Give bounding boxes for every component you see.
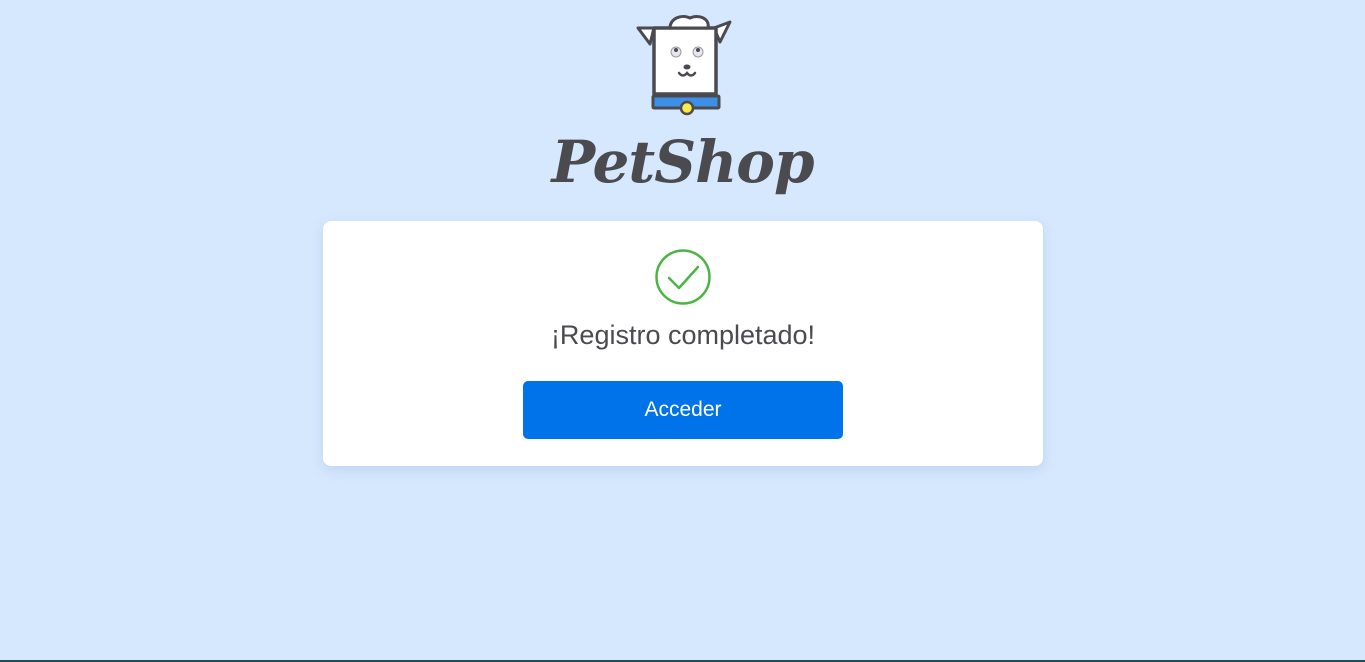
access-button[interactable]: Acceder <box>523 381 843 439</box>
dog-mascot-icon <box>636 14 732 116</box>
success-card: ¡Registro completado! Acceder <box>323 221 1043 466</box>
success-message: ¡Registro completado! <box>550 320 816 350</box>
registration-success-page: PetShop ¡Registro completado! Acceder <box>0 0 1365 662</box>
brand-name: PetShop <box>551 128 814 196</box>
check-circle-icon <box>655 249 711 305</box>
